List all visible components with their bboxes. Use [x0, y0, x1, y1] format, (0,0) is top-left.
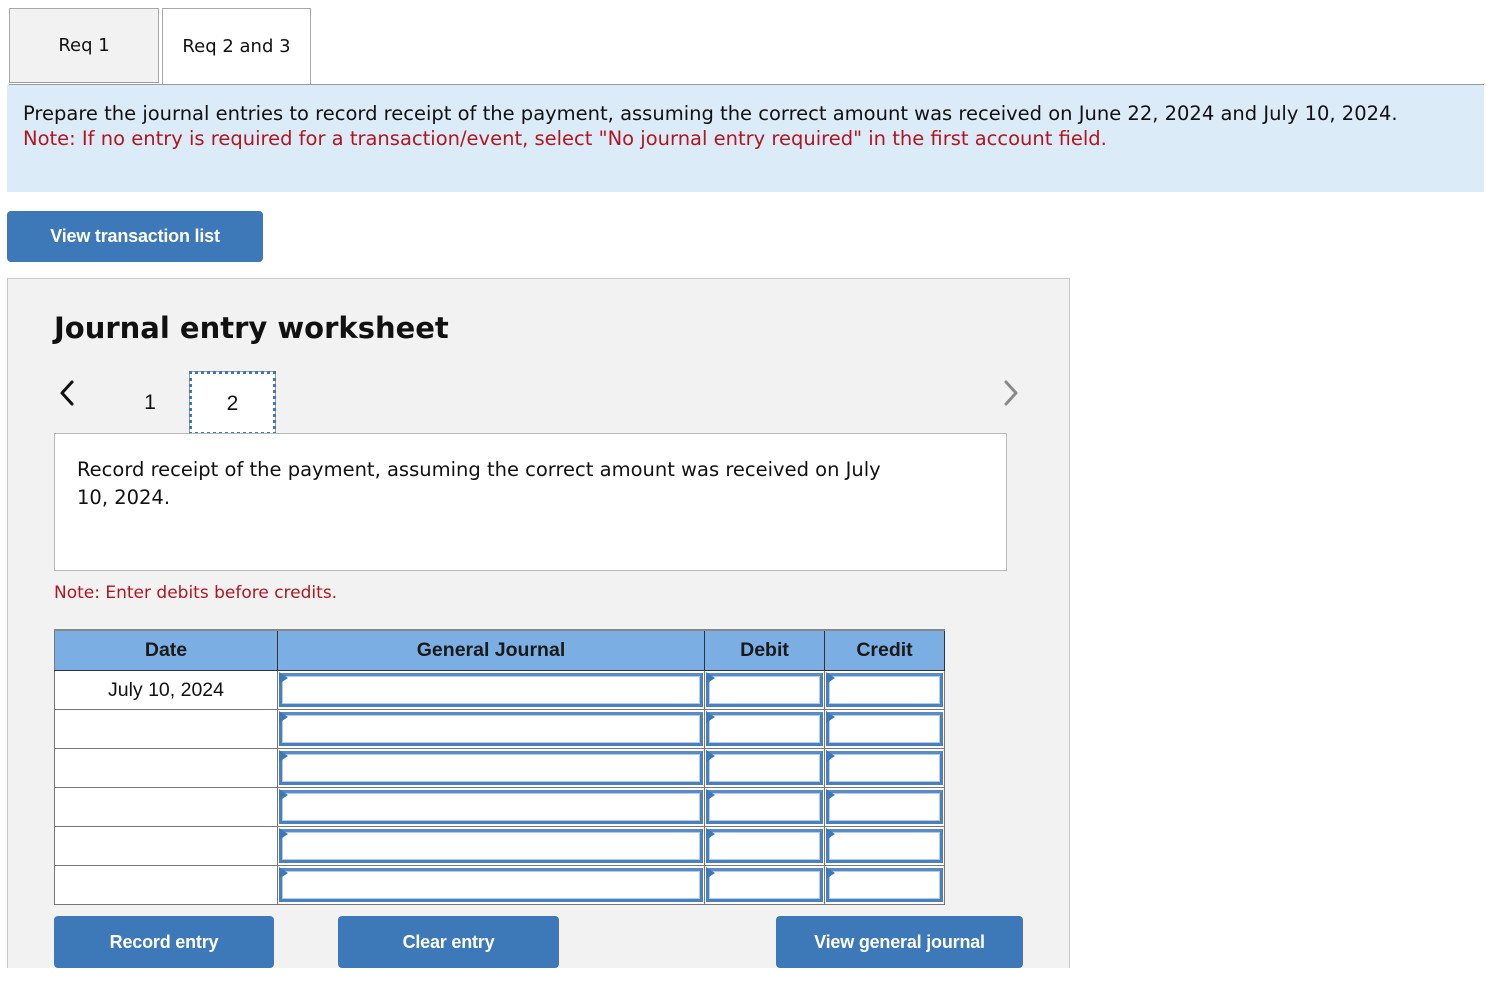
debit-input[interactable]	[706, 751, 823, 785]
table-row: July 10, 2024	[54, 670, 945, 710]
header-general-journal: General Journal	[277, 629, 705, 671]
credit-input[interactable]	[826, 790, 943, 824]
credit-cell	[824, 709, 945, 749]
account-cell	[277, 748, 705, 788]
table-row	[54, 787, 945, 827]
debit-input[interactable]	[706, 790, 823, 824]
credit-input[interactable]	[826, 829, 943, 863]
clear-entry-button[interactable]: Clear entry	[338, 916, 559, 968]
next-page-button[interactable]	[996, 375, 1026, 411]
page: Req 1 Req 2 and 3 Prepare the journal en…	[0, 0, 1504, 994]
tab-label: Req 1	[58, 35, 110, 56]
credit-cell	[824, 826, 945, 866]
account-cell	[277, 787, 705, 827]
account-input[interactable]	[279, 790, 703, 824]
account-cell	[277, 865, 705, 905]
date-cell	[54, 748, 278, 788]
debit-cell	[704, 826, 825, 866]
debit-input[interactable]	[706, 868, 823, 902]
instruction-text: Prepare the journal entries to record re…	[23, 102, 1398, 125]
date-cell: July 10, 2024	[54, 670, 278, 710]
record-entry-button[interactable]: Record entry	[54, 916, 274, 968]
credit-input[interactable]	[826, 673, 943, 707]
page-2-button[interactable]: 2	[189, 371, 276, 435]
debit-cell	[704, 748, 825, 788]
credit-cell	[824, 670, 945, 710]
page-number: 1	[144, 391, 156, 414]
page-number: 2	[226, 391, 239, 415]
debit-cell	[704, 709, 825, 749]
instruction-note: Note: If no entry is required for a tran…	[23, 127, 1107, 150]
transaction-description: Record receipt of the payment, assuming …	[54, 433, 1007, 571]
previous-page-button[interactable]	[52, 375, 82, 411]
view-transaction-list-button[interactable]: View transaction list	[7, 211, 263, 262]
table-row	[54, 826, 945, 866]
debit-input[interactable]	[706, 712, 823, 746]
account-cell	[277, 670, 705, 710]
table-row	[54, 748, 945, 788]
table-row	[54, 865, 945, 905]
credit-input[interactable]	[826, 868, 943, 902]
debit-cell	[704, 865, 825, 905]
debit-cell	[704, 670, 825, 710]
chevron-left-icon	[60, 380, 74, 406]
transaction-description-text: Record receipt of the payment, assuming …	[77, 458, 881, 509]
chevron-right-icon	[1004, 380, 1018, 406]
date-cell	[54, 865, 278, 905]
tab-req-1[interactable]: Req 1	[9, 8, 159, 83]
view-general-journal-button[interactable]: View general journal	[776, 916, 1023, 968]
credit-cell	[824, 748, 945, 788]
credit-input[interactable]	[826, 712, 943, 746]
account-cell	[277, 709, 705, 749]
credit-input[interactable]	[826, 751, 943, 785]
account-input[interactable]	[279, 829, 703, 863]
debits-credits-note: Note: Enter debits before credits.	[54, 583, 338, 603]
debit-cell	[704, 787, 825, 827]
debit-input[interactable]	[706, 829, 823, 863]
date-cell	[54, 787, 278, 827]
tab-req-2-and-3[interactable]: Req 2 and 3	[162, 8, 311, 84]
credit-cell	[824, 865, 945, 905]
debit-input[interactable]	[706, 673, 823, 707]
worksheet-title: Journal entry worksheet	[54, 311, 449, 345]
header-debit: Debit	[704, 629, 825, 671]
account-input[interactable]	[279, 868, 703, 902]
credit-cell	[824, 787, 945, 827]
header-credit: Credit	[824, 629, 945, 671]
account-input[interactable]	[279, 673, 703, 707]
account-input[interactable]	[279, 751, 703, 785]
journal-entry-worksheet: Journal entry worksheet 1 2 Record recei…	[7, 278, 1070, 968]
account-input[interactable]	[279, 712, 703, 746]
table-row	[54, 709, 945, 749]
page-1-button[interactable]: 1	[109, 371, 191, 435]
tab-label: Req 2 and 3	[182, 36, 291, 57]
date-cell	[54, 709, 278, 749]
header-date: Date	[54, 629, 278, 671]
account-cell	[277, 826, 705, 866]
date-cell	[54, 826, 278, 866]
journal-entry-table: Date General Journal Debit Credit July 1…	[54, 629, 945, 905]
requirement-tabs: Req 1 Req 2 and 3	[9, 8, 1484, 85]
table-header-row: Date General Journal Debit Credit	[54, 629, 945, 671]
instruction-banner: Prepare the journal entries to record re…	[7, 85, 1484, 192]
